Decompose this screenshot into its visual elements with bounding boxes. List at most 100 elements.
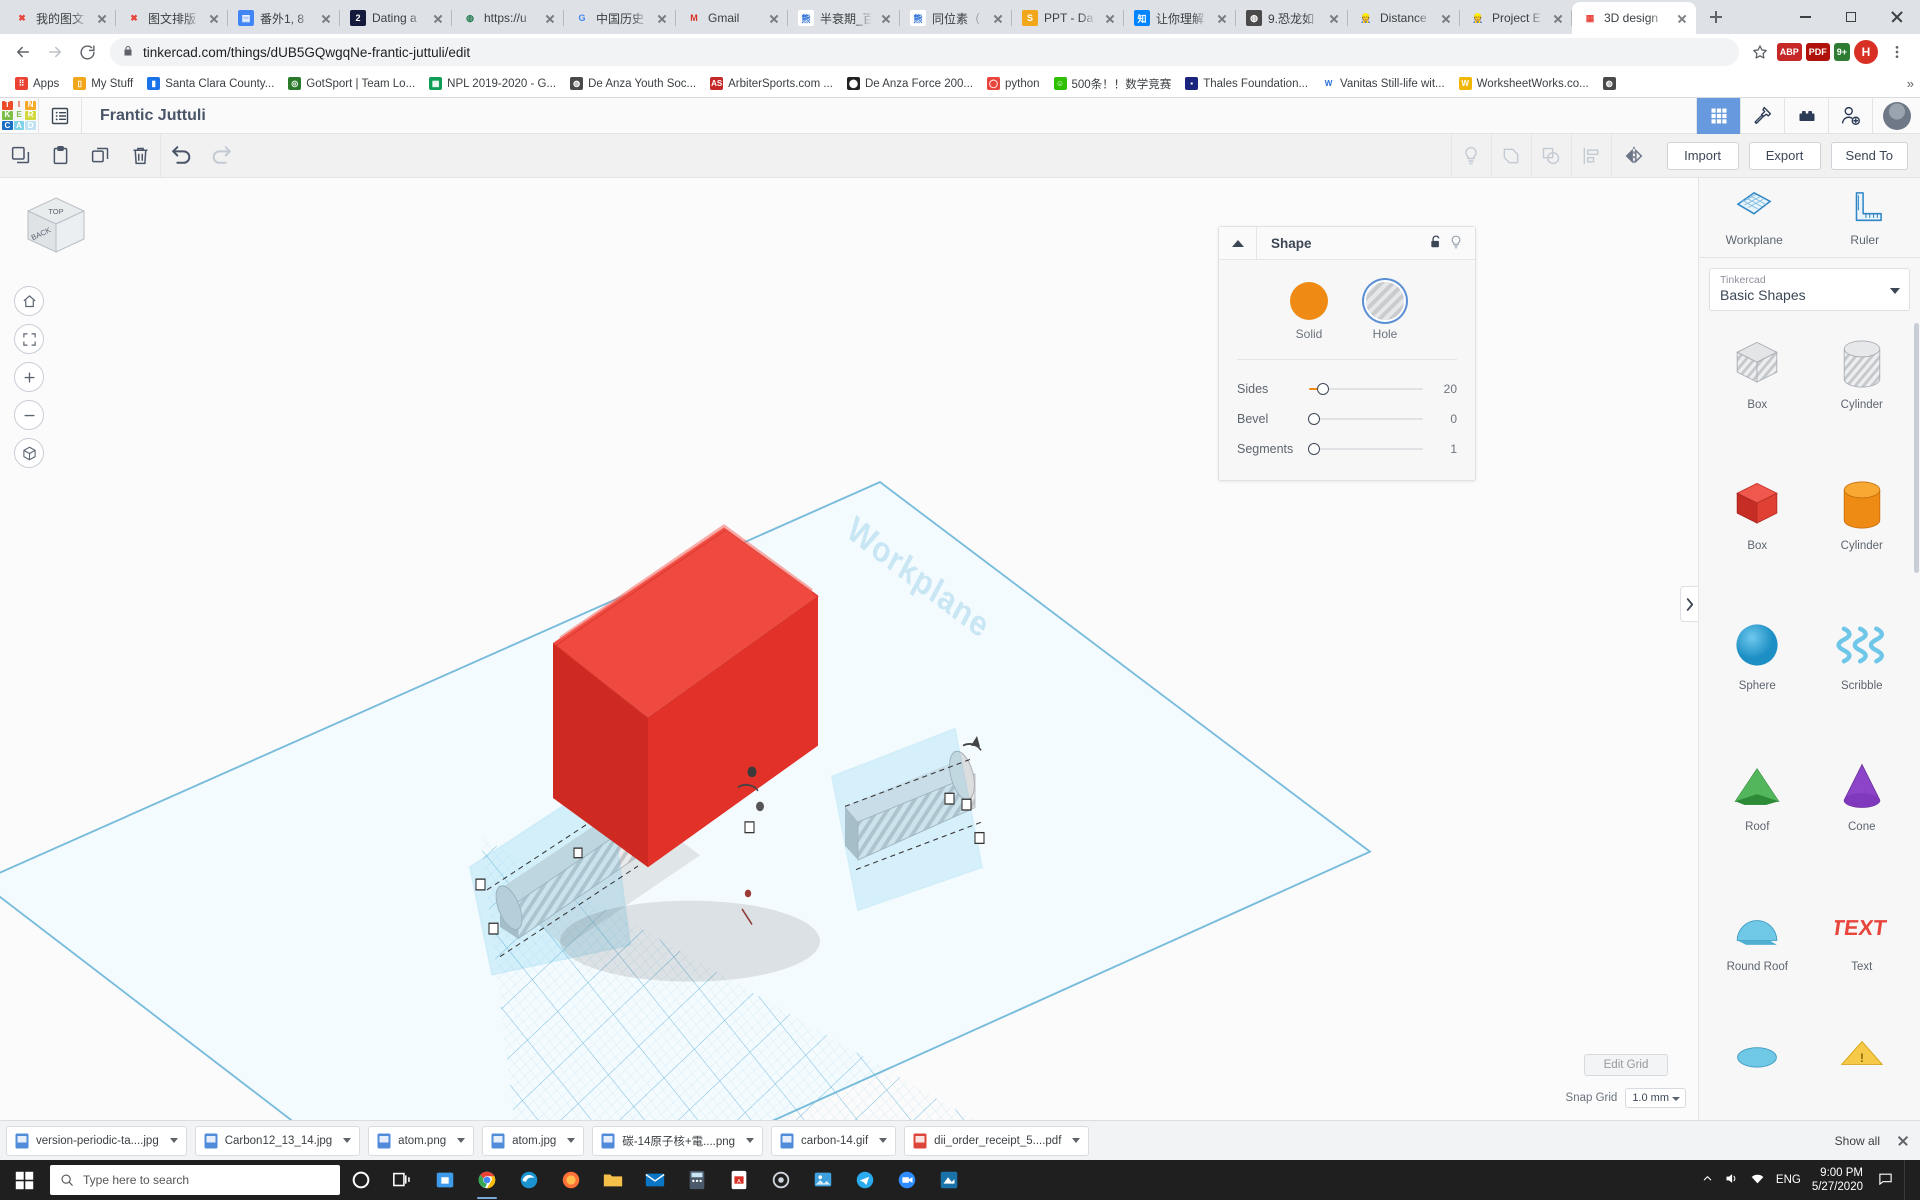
export-button[interactable]: Export bbox=[1748, 141, 1821, 170]
tab-close-icon[interactable] bbox=[1214, 10, 1230, 26]
browser-tab[interactable]: 👷 Distance bbox=[1348, 2, 1460, 34]
browser-tab[interactable]: M Gmail bbox=[676, 2, 788, 34]
download-item[interactable]: dii_order_receipt_5....pdf bbox=[904, 1125, 1090, 1156]
slider-track[interactable] bbox=[1308, 412, 1423, 426]
shape-library-item[interactable]: Box bbox=[1705, 464, 1810, 603]
tab-close-icon[interactable] bbox=[94, 10, 110, 26]
shape-library-item[interactable]: TEXT Text bbox=[1810, 885, 1915, 1024]
page-title[interactable]: Frantic Juttuli bbox=[82, 107, 206, 125]
3d-canvas[interactable]: Workplane TOP BACK Edit Grid Snap Grid 1… bbox=[0, 178, 1698, 1120]
bookmark-item[interactable]: ▮ Santa Clara County... bbox=[140, 74, 281, 93]
bricks-button[interactable] bbox=[1784, 97, 1828, 134]
slider-knob[interactable] bbox=[1308, 443, 1320, 455]
bookmark-star-icon[interactable] bbox=[1747, 39, 1773, 65]
tab-close-icon[interactable] bbox=[318, 10, 334, 26]
bookmark-item[interactable]: W Vanitas Still-life wit... bbox=[1315, 74, 1452, 93]
codeblocks-button[interactable] bbox=[1740, 97, 1784, 134]
reload-button[interactable] bbox=[72, 37, 102, 67]
adblock-extension-icon[interactable]: ABP bbox=[1776, 43, 1802, 61]
shape-library-item[interactable] bbox=[1705, 1026, 1810, 1121]
photos-icon[interactable] bbox=[802, 1160, 844, 1200]
home-icon[interactable] bbox=[14, 286, 44, 316]
maximize-button[interactable] bbox=[1828, 0, 1874, 34]
tab-close-icon[interactable] bbox=[1550, 10, 1566, 26]
hole-pattern-swatch[interactable] bbox=[1366, 282, 1404, 320]
download-item[interactable]: Carbon12_13_14.jpg bbox=[194, 1125, 361, 1156]
shape-library-select[interactable]: Tinkercad Basic Shapes bbox=[1709, 268, 1910, 311]
browser-tab[interactable]: ◍ https://u bbox=[452, 2, 564, 34]
tab-close-icon[interactable] bbox=[1438, 10, 1454, 26]
chevron-down-icon[interactable] bbox=[166, 1133, 182, 1149]
trash-icon[interactable] bbox=[120, 134, 160, 178]
bookmark-item[interactable]: ☺ 500条！！数学竞赛 bbox=[1047, 73, 1179, 95]
send-to-button[interactable]: Send To bbox=[1830, 141, 1908, 170]
volume-icon[interactable] bbox=[1724, 1171, 1739, 1189]
slider-knob[interactable] bbox=[1308, 413, 1320, 425]
address-bar[interactable]: tinkercad.com/things/dUB5GQwgqNe-frantic… bbox=[110, 38, 1739, 66]
lightbulb-icon[interactable] bbox=[1450, 133, 1491, 178]
tab-close-icon[interactable] bbox=[878, 10, 894, 26]
tab-close-icon[interactable] bbox=[766, 10, 782, 26]
show-all-downloads-link[interactable]: Show all bbox=[1835, 1134, 1880, 1148]
paint-icon[interactable] bbox=[928, 1160, 970, 1200]
bookmark-item[interactable]: ◍ De Anza Youth Soc... bbox=[563, 74, 703, 93]
extension-badge[interactable]: 9+ bbox=[1833, 43, 1850, 61]
edit-grid-button[interactable]: Edit Grid bbox=[1584, 1054, 1668, 1076]
chevron-down-icon[interactable] bbox=[1890, 288, 1900, 294]
firefox-icon[interactable] bbox=[550, 1160, 592, 1200]
undo-arrow-icon[interactable] bbox=[161, 134, 201, 178]
download-item[interactable]: version-periodic-ta....jpg bbox=[6, 1125, 187, 1156]
mail-icon[interactable] bbox=[634, 1160, 676, 1200]
bookmark-item[interactable]: ▯ My Stuff bbox=[66, 74, 140, 93]
browser-tab[interactable]: ✖ 我的图文 bbox=[4, 2, 116, 34]
tab-close-icon[interactable] bbox=[990, 10, 1006, 26]
bookmark-item[interactable]: ▦ NPL 2019-2020 - G... bbox=[422, 74, 563, 93]
bookmark-item[interactable]: AS ArbiterSports.com ... bbox=[703, 74, 840, 93]
browser-tab[interactable]: 👷 Project E bbox=[1460, 2, 1572, 34]
plus-icon[interactable] bbox=[14, 362, 44, 392]
browser-tab[interactable]: ▤ 番外1, 8 bbox=[228, 2, 340, 34]
bookmark-item[interactable]: ◍ bbox=[1596, 74, 1623, 93]
shape-library-item[interactable]: Box bbox=[1705, 323, 1810, 462]
back-button[interactable] bbox=[8, 37, 38, 67]
browser-tab[interactable]: 熊同位素（ bbox=[900, 2, 1012, 34]
view-cube[interactable]: TOP BACK bbox=[22, 194, 90, 266]
bookmark-item[interactable]: ◎ GotSport | Team Lo... bbox=[281, 74, 422, 93]
chrome-menu-icon[interactable] bbox=[1882, 37, 1912, 67]
chevron-down-icon[interactable] bbox=[742, 1133, 758, 1149]
action-center-icon[interactable] bbox=[1878, 1171, 1893, 1189]
tab-close-icon[interactable] bbox=[654, 10, 670, 26]
unlock-icon[interactable] bbox=[1429, 234, 1443, 253]
windows-start-icon[interactable] bbox=[0, 1160, 48, 1200]
snap-grid-select[interactable]: 1.0 mm bbox=[1625, 1088, 1686, 1108]
bookmark-item[interactable]: ◯ python bbox=[980, 74, 1047, 93]
zoom-icon[interactable] bbox=[886, 1160, 928, 1200]
download-item[interactable]: 碳-14原子核+電....png bbox=[592, 1125, 764, 1156]
tab-close-icon[interactable] bbox=[1102, 10, 1118, 26]
copy-icon[interactable] bbox=[0, 134, 40, 178]
browser-tab[interactable]: S PPT - Da bbox=[1012, 2, 1124, 34]
avatar[interactable] bbox=[1872, 97, 1920, 134]
browser-tab[interactable]: ✖ 图文排版 bbox=[116, 2, 228, 34]
import-button[interactable]: Import bbox=[1666, 141, 1739, 170]
solid-option[interactable]: Solid bbox=[1290, 282, 1328, 341]
clock[interactable]: 9:00 PM 5/27/2020 bbox=[1812, 1166, 1867, 1195]
sidebar-item-ruler[interactable]: Ruler bbox=[1810, 178, 1920, 257]
shape-library-item[interactable]: Cylinder bbox=[1810, 464, 1915, 603]
chrome-icon[interactable] bbox=[466, 1160, 508, 1200]
designs-grid-button[interactable] bbox=[1696, 97, 1740, 134]
browser-tab[interactable]: 知让你理解 bbox=[1124, 2, 1236, 34]
slider-track[interactable] bbox=[1309, 382, 1423, 396]
mirror-flip-icon[interactable] bbox=[1610, 133, 1657, 178]
show-desktop-button[interactable] bbox=[1904, 1160, 1914, 1200]
tab-close-icon[interactable] bbox=[1326, 10, 1342, 26]
slider-track[interactable] bbox=[1308, 442, 1423, 456]
shape-library-item[interactable]: Cylinder bbox=[1810, 323, 1915, 462]
browser-tab[interactable]: 2 Dating a bbox=[340, 2, 452, 34]
close-icon[interactable] bbox=[1894, 1132, 1912, 1150]
browser-tab[interactable]: ▦ 3D design bbox=[1572, 2, 1696, 34]
browser-tab[interactable]: 熊半衰期_百 bbox=[788, 2, 900, 34]
scrollbar[interactable] bbox=[1914, 323, 1919, 573]
solid-color-swatch[interactable] bbox=[1290, 282, 1328, 320]
minus-icon[interactable] bbox=[14, 400, 44, 430]
